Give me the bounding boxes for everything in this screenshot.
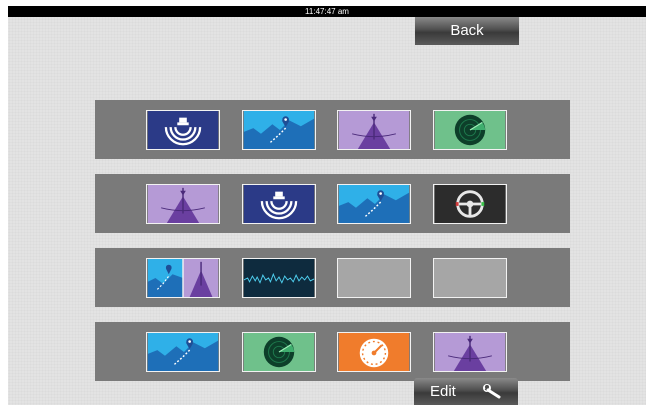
chart-structure-split-icon	[147, 259, 219, 297]
status-bar: 11:47:47 am	[8, 6, 646, 17]
sonar-icon	[243, 185, 315, 223]
favorites-row-3	[95, 248, 570, 307]
chart-icon	[338, 185, 410, 223]
echo-graph-tile[interactable]	[242, 258, 316, 298]
radar-icon	[434, 111, 506, 149]
steering-wheel-icon	[434, 185, 506, 223]
sonar-tile[interactable]	[146, 110, 220, 150]
structure-scan-tile[interactable]	[146, 184, 220, 224]
chart-tile[interactable]	[242, 110, 316, 150]
status-time: 11:47:47 am	[305, 7, 349, 16]
chart-tile[interactable]	[337, 184, 411, 224]
back-button[interactable]: Back	[415, 17, 519, 45]
echo-graph-icon	[243, 259, 315, 297]
structure-scan-icon	[338, 111, 410, 149]
radar-tile[interactable]	[433, 110, 507, 150]
chart-structure-split-tile[interactable]	[146, 258, 220, 298]
chart-tile[interactable]	[146, 332, 220, 372]
chart-icon	[243, 111, 315, 149]
autopilot-tile[interactable]	[433, 184, 507, 224]
edit-button[interactable]: Edit	[414, 378, 518, 405]
favorites-row-4	[95, 322, 570, 381]
wrench-icon	[483, 384, 501, 399]
chart-icon	[147, 333, 219, 371]
radar-tile[interactable]	[242, 332, 316, 372]
instruments-tile[interactable]	[337, 332, 411, 372]
screen: 11:47:47 am Back Edit	[8, 6, 646, 405]
sonar-tile[interactable]	[242, 184, 316, 224]
back-button-label: Back	[450, 22, 484, 39]
favorites-row-1	[95, 100, 570, 159]
structure-scan-tile[interactable]	[433, 332, 507, 372]
structure-scan-tile[interactable]	[337, 110, 411, 150]
gauge-icon	[338, 333, 410, 371]
empty-tile[interactable]	[337, 258, 411, 298]
radar-icon	[243, 333, 315, 371]
structure-scan-icon	[147, 185, 219, 223]
structure-scan-icon	[434, 333, 506, 371]
favorites-row-2	[95, 174, 570, 233]
empty-tile[interactable]	[433, 258, 507, 298]
sonar-icon	[147, 111, 219, 149]
edit-button-label: Edit	[430, 383, 456, 400]
